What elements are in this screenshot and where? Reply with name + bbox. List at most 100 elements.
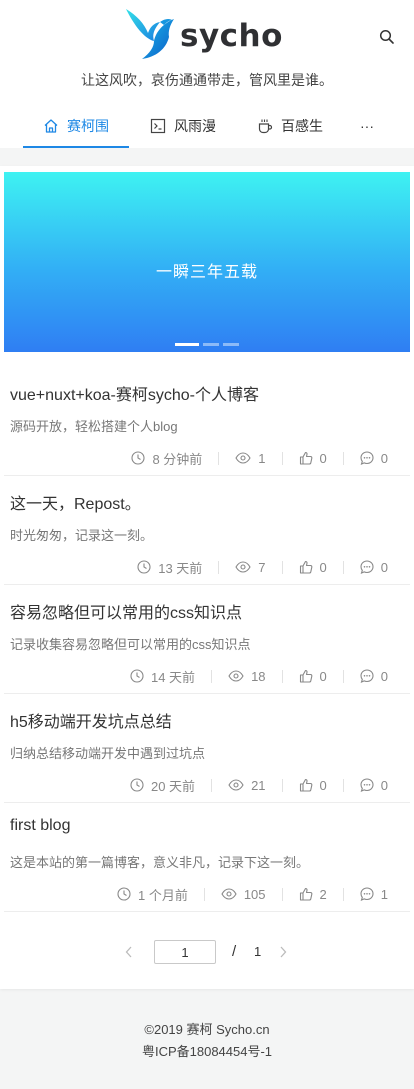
main-nav: 赛柯围 风雨漫 百感生 ··· [0, 104, 414, 148]
post-comments[interactable]: 0 [360, 451, 388, 466]
carousel-dot[interactable] [223, 343, 239, 346]
post-comments-count: 0 [380, 668, 388, 684]
post-views: 7 [235, 560, 266, 575]
post-time: 20 天前 [130, 776, 195, 795]
post-meta: 14 天前 18 0 0 [130, 667, 388, 685]
comment-icon [360, 778, 374, 792]
post-time: 14 天前 [130, 667, 195, 686]
post-title[interactable]: first blog [10, 817, 70, 835]
post-time-text: 13 天前 [158, 560, 203, 576]
nav-item-home[interactable]: 赛柯围 [23, 104, 129, 148]
post-meta: 13 天前 7 0 0 [137, 558, 388, 576]
eye-icon [228, 670, 244, 682]
nav-item-terminal[interactable]: 风雨漫 [130, 104, 236, 148]
meta-divider [203, 887, 205, 901]
pagination: / 1 [0, 939, 414, 965]
banner-carousel[interactable]: 一瞬三年五载 [4, 172, 410, 352]
comment-icon [360, 560, 374, 574]
home-icon [44, 119, 58, 133]
site-header: sycho 让这风吹，哀伤通通带走，管风里是谁。 赛柯围 风雨漫 百感生 ··· [0, 0, 414, 148]
main-content: 一瞬三年五载 vue+nuxt+koa-赛柯sycho-个人博客 源码开放，轻松… [0, 166, 414, 989]
post-desc: 这是本站的第一篇博客，意义非凡，记录下这一刻。 [10, 855, 310, 870]
clock-icon [130, 669, 144, 683]
meta-divider [342, 560, 344, 574]
post-comments-count: 0 [380, 777, 388, 793]
post-views-count: 21 [251, 777, 266, 793]
nav-item-label: 百感生 [281, 118, 323, 134]
post-desc: 记录收集容易忽略但可以常用的css知识点 [10, 637, 251, 652]
post-likes[interactable]: 0 [299, 778, 327, 793]
meta-divider [281, 560, 283, 574]
nav-item-label: 赛柯围 [67, 118, 109, 134]
post-item[interactable]: h5移动端开发坑点总结 归纳总结移动端开发中遇到过坑点 20 天前 21 0 0 [4, 694, 410, 803]
post-item[interactable]: first blog 这是本站的第一篇博客，意义非凡，记录下这一刻。 1 个月前… [4, 803, 410, 912]
nav-more-button[interactable]: ··· [344, 104, 390, 148]
eye-icon [235, 561, 251, 573]
icp-link[interactable]: 粤ICP备18084454号-1 [0, 1041, 414, 1063]
post-item[interactable]: 容易忽略但可以常用的css知识点 记录收集容易忽略但可以常用的css知识点 14… [4, 585, 410, 694]
post-time-text: 14 天前 [150, 669, 196, 685]
post-likes[interactable]: 0 [299, 669, 327, 684]
post-meta: 1 个月前 105 2 1 [117, 885, 388, 903]
banner-text: 一瞬三年五载 [155, 264, 258, 281]
post-comments[interactable]: 1 [360, 887, 388, 902]
thumbs-up-icon [299, 887, 312, 901]
page-total: 1 [254, 944, 262, 959]
eye-icon [228, 779, 244, 791]
eye-icon [235, 452, 251, 464]
post-title[interactable]: vue+nuxt+koa-赛柯sycho-个人博客 [10, 381, 259, 405]
meta-divider [281, 669, 283, 683]
post-desc: 归纳总结移动端开发中遇到过坑点 [10, 746, 206, 761]
post-likes-count: 2 [319, 886, 327, 902]
post-desc: 时光匆匆，记录这一刻。 [10, 528, 154, 543]
post-item[interactable]: 这一天，Repost。 时光匆匆，记录这一刻。 13 天前 7 0 0 [4, 476, 410, 585]
thumbs-up-icon [299, 560, 312, 574]
site-logo[interactable]: sycho [124, 5, 290, 61]
post-views: 105 [221, 887, 266, 902]
post-time-text: 8 分钟前 [152, 451, 203, 467]
carousel-dots [175, 343, 239, 346]
post-time-text: 20 天前 [150, 778, 196, 794]
post-views-count: 18 [251, 668, 266, 684]
meta-divider [342, 451, 344, 465]
post-views: 18 [228, 668, 266, 684]
post-comments[interactable]: 0 [360, 778, 388, 793]
chevron-right-icon[interactable] [278, 945, 288, 959]
post-title[interactable]: h5移动端开发坑点总结 [10, 708, 172, 732]
meta-divider [342, 778, 344, 792]
clock-icon [117, 887, 131, 901]
nav-active-indicator [23, 146, 129, 148]
post-views-count: 105 [243, 886, 266, 902]
meta-divider [218, 451, 220, 465]
chevron-left-icon[interactable] [124, 945, 134, 959]
post-likes[interactable]: 0 [299, 560, 327, 575]
post-likes[interactable]: 2 [299, 887, 327, 902]
post-comments[interactable]: 0 [360, 560, 388, 575]
post-views: 1 [235, 450, 266, 466]
post-meta: 20 天前 21 0 0 [130, 776, 388, 794]
nav-item-label: 风雨漫 [174, 118, 216, 134]
post-likes-count: 0 [319, 559, 327, 575]
post-likes-count: 0 [319, 668, 327, 684]
post-comments[interactable]: 0 [360, 669, 388, 684]
post-likes[interactable]: 0 [299, 451, 327, 466]
site-tagline: 让这风吹，哀伤通通带走，管风里是谁。 [81, 72, 333, 88]
page-number-input[interactable] [154, 940, 216, 964]
carousel-dot[interactable] [203, 343, 219, 346]
post-meta: 8 分钟前 1 0 0 [131, 449, 388, 467]
post-likes-count: 0 [319, 777, 327, 793]
nav-item-coffee[interactable]: 百感生 [237, 104, 343, 148]
post-views-count: 1 [258, 450, 266, 466]
thumbs-up-icon [299, 451, 312, 465]
post-title[interactable]: 容易忽略但可以常用的css知识点 [10, 599, 242, 623]
post-title[interactable]: 这一天，Repost。 [10, 490, 141, 514]
meta-divider [342, 669, 344, 683]
bird-logo-icon [126, 9, 174, 59]
clock-icon [137, 560, 151, 574]
post-likes-count: 0 [319, 450, 327, 466]
search-icon[interactable] [378, 28, 396, 46]
carousel-dot[interactable] [175, 343, 199, 346]
clock-icon [130, 778, 144, 792]
post-item[interactable]: vue+nuxt+koa-赛柯sycho-个人博客 源码开放，轻松搭建个人blo… [4, 367, 410, 476]
site-footer: ©2019 赛柯 Sycho.cn 粤ICP备18084454号-1 [0, 1019, 414, 1063]
